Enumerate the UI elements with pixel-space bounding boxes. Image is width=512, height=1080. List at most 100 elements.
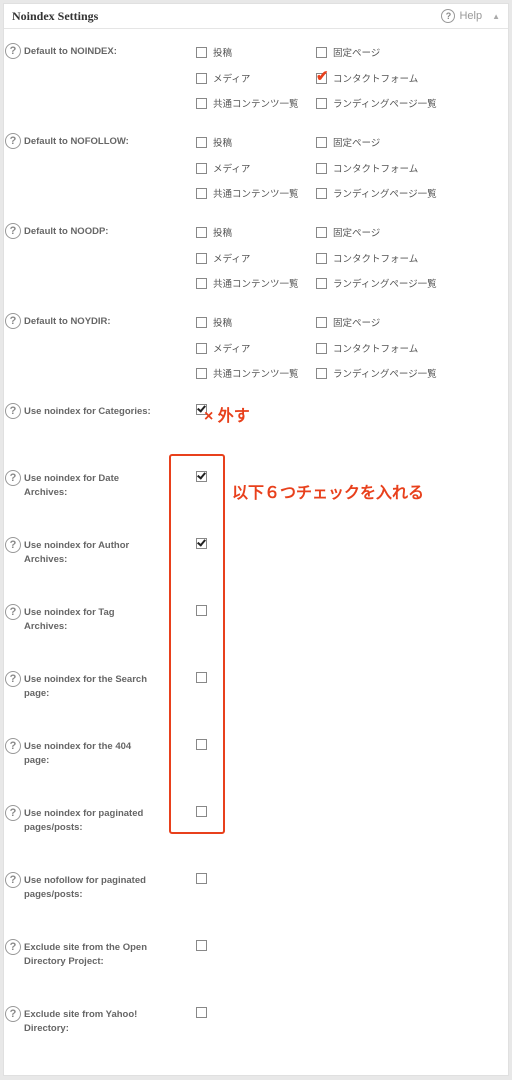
checkbox[interactable] — [316, 136, 327, 148]
option-label: 投稿 — [213, 138, 233, 149]
checkbox[interactable] — [196, 226, 207, 238]
option-label: コンタクトフォーム — [333, 344, 419, 355]
option-page[interactable]: 固定ページ — [316, 45, 380, 59]
option-landing[interactable]: ランディングページ一覧 — [316, 96, 437, 110]
checkbox[interactable] — [316, 46, 327, 58]
setting-label-line2: Archives: — [24, 487, 68, 498]
option-label: 共通コンテンツ一覧 — [213, 99, 299, 110]
option-label: コンタクトフォーム — [333, 254, 419, 265]
help-question-icon[interactable]: ? — [5, 671, 21, 687]
option-common[interactable]: 共通コンテンツ一覧 — [196, 96, 299, 110]
option-contact[interactable]: コンタクトフォーム — [316, 251, 418, 265]
option-media[interactable]: メディア — [196, 251, 250, 265]
help-question-icon[interactable]: ? — [5, 470, 21, 486]
option-media[interactable]: メディア — [196, 71, 250, 85]
setting-checkbox[interactable] — [196, 1007, 207, 1018]
setting-label-line2: Archives: — [24, 554, 68, 565]
option-landing[interactable]: ランディングページ一覧 — [316, 276, 437, 290]
option-label: ランディングページ一覧 — [333, 369, 437, 380]
checkbox[interactable] — [196, 162, 207, 174]
option-label: メディア — [213, 344, 251, 355]
option-media[interactable]: メディア — [196, 161, 250, 175]
setting-label-line1: Exclude site from Yahoo! — [24, 1009, 138, 1020]
help-question-icon[interactable]: ? — [5, 313, 21, 329]
setting-label: Exclude site from the Open Directory Proj… — [24, 941, 164, 969]
checkbox[interactable] — [196, 252, 207, 264]
setting-label-line1: Use noindex for the Search — [24, 674, 148, 685]
option-landing[interactable]: ランディングページ一覧 — [316, 186, 437, 200]
checkbox[interactable] — [316, 252, 327, 264]
setting-label: Default to NOYDIR: — [24, 316, 111, 327]
option-page[interactable]: 固定ページ — [316, 135, 380, 149]
option-post[interactable]: 投稿 — [196, 135, 232, 149]
option-label: 固定ページ — [333, 138, 381, 149]
checkbox[interactable] — [196, 367, 207, 379]
setting-checkbox[interactable] — [196, 940, 207, 951]
checkbox[interactable] — [196, 136, 207, 148]
option-contact[interactable]: コンタクトフォーム — [316, 161, 418, 175]
checkbox[interactable] — [316, 316, 327, 328]
help-toggle[interactable]: ? Help ▲ — [441, 9, 500, 23]
help-question-icon[interactable]: ? — [5, 738, 21, 754]
setting-label-line1: Use noindex for paginated — [24, 808, 144, 819]
checkbox[interactable] — [316, 97, 327, 109]
setting-label: Default to NOINDEX: — [24, 46, 117, 57]
option-post[interactable]: 投稿 — [196, 225, 232, 239]
option-landing[interactable]: ランディングページ一覧 — [316, 366, 437, 380]
option-common[interactable]: 共通コンテンツ一覧 — [196, 276, 299, 290]
setting-label: Use noindex for Categories: — [24, 405, 164, 419]
help-question-icon[interactable]: ? — [5, 1006, 21, 1022]
setting-checkbox[interactable] — [196, 873, 207, 884]
option-label: 共通コンテンツ一覧 — [213, 369, 299, 380]
setting-label-line1: Exclude site from the Open — [24, 942, 147, 953]
checkbox[interactable] — [196, 277, 207, 289]
checkbox[interactable] — [196, 342, 207, 354]
collapse-arrow-icon[interactable]: ▲ — [492, 12, 500, 21]
option-label: 共通コンテンツ一覧 — [213, 189, 299, 200]
help-question-icon[interactable]: ? — [5, 223, 21, 239]
setting-label-line1: Use nofollow for paginated — [24, 875, 146, 886]
option-label: 固定ページ — [333, 318, 381, 329]
checkbox[interactable] — [316, 226, 327, 238]
option-common[interactable]: 共通コンテンツ一覧 — [196, 186, 299, 200]
checkbox[interactable] — [196, 46, 207, 58]
checkbox[interactable] — [316, 367, 327, 379]
option-label: 投稿 — [213, 318, 233, 329]
help-question-icon[interactable]: ? — [5, 604, 21, 620]
setting-label: Use noindex for the 404 page: — [24, 740, 164, 768]
help-question-icon[interactable]: ? — [5, 537, 21, 553]
check-mark-icon: ✔ — [316, 67, 329, 85]
option-post[interactable]: 投稿 — [196, 315, 232, 329]
setting-label: Default to NOODP: — [24, 226, 109, 237]
option-contact[interactable]: コンタクトフォーム — [316, 341, 418, 355]
checkbox[interactable] — [316, 277, 327, 289]
option-label: 共通コンテンツ一覧 — [213, 279, 299, 290]
option-label: 固定ページ — [333, 228, 381, 239]
checkbox[interactable] — [196, 316, 207, 328]
checkbox[interactable] — [196, 72, 207, 84]
option-common[interactable]: 共通コンテンツ一覧 — [196, 366, 299, 380]
checkbox[interactable] — [316, 162, 327, 174]
checkbox[interactable] — [316, 187, 327, 199]
option-media[interactable]: メディア — [196, 341, 250, 355]
checkbox[interactable] — [196, 97, 207, 109]
help-question-icon[interactable]: ? — [5, 133, 21, 149]
option-contact[interactable]: ✔ コンタクトフォーム — [316, 69, 418, 85]
checkbox[interactable] — [316, 342, 327, 354]
help-question-icon[interactable]: ? — [5, 872, 21, 888]
checkbox[interactable]: ✔ — [316, 69, 329, 84]
checkbox[interactable] — [196, 187, 207, 199]
help-question-icon[interactable]: ? — [5, 43, 21, 59]
help-question-icon[interactable]: ? — [5, 403, 21, 419]
setting-label: Use noindex for Date Archives: — [24, 472, 164, 500]
option-post[interactable]: 投稿 — [196, 45, 232, 59]
help-question-icon[interactable]: ? — [5, 939, 21, 955]
setting-label-line1: Use noindex for Tag — [24, 607, 115, 618]
setting-label-line2: page: — [24, 755, 50, 766]
help-label: Help — [459, 10, 483, 22]
option-page[interactable]: 固定ページ — [316, 225, 380, 239]
option-page[interactable]: 固定ページ — [316, 315, 380, 329]
help-question-icon[interactable]: ? — [5, 805, 21, 821]
option-label: コンタクトフォーム — [333, 164, 419, 175]
setting-label: Use nofollow for paginated pages/posts: — [24, 874, 164, 902]
